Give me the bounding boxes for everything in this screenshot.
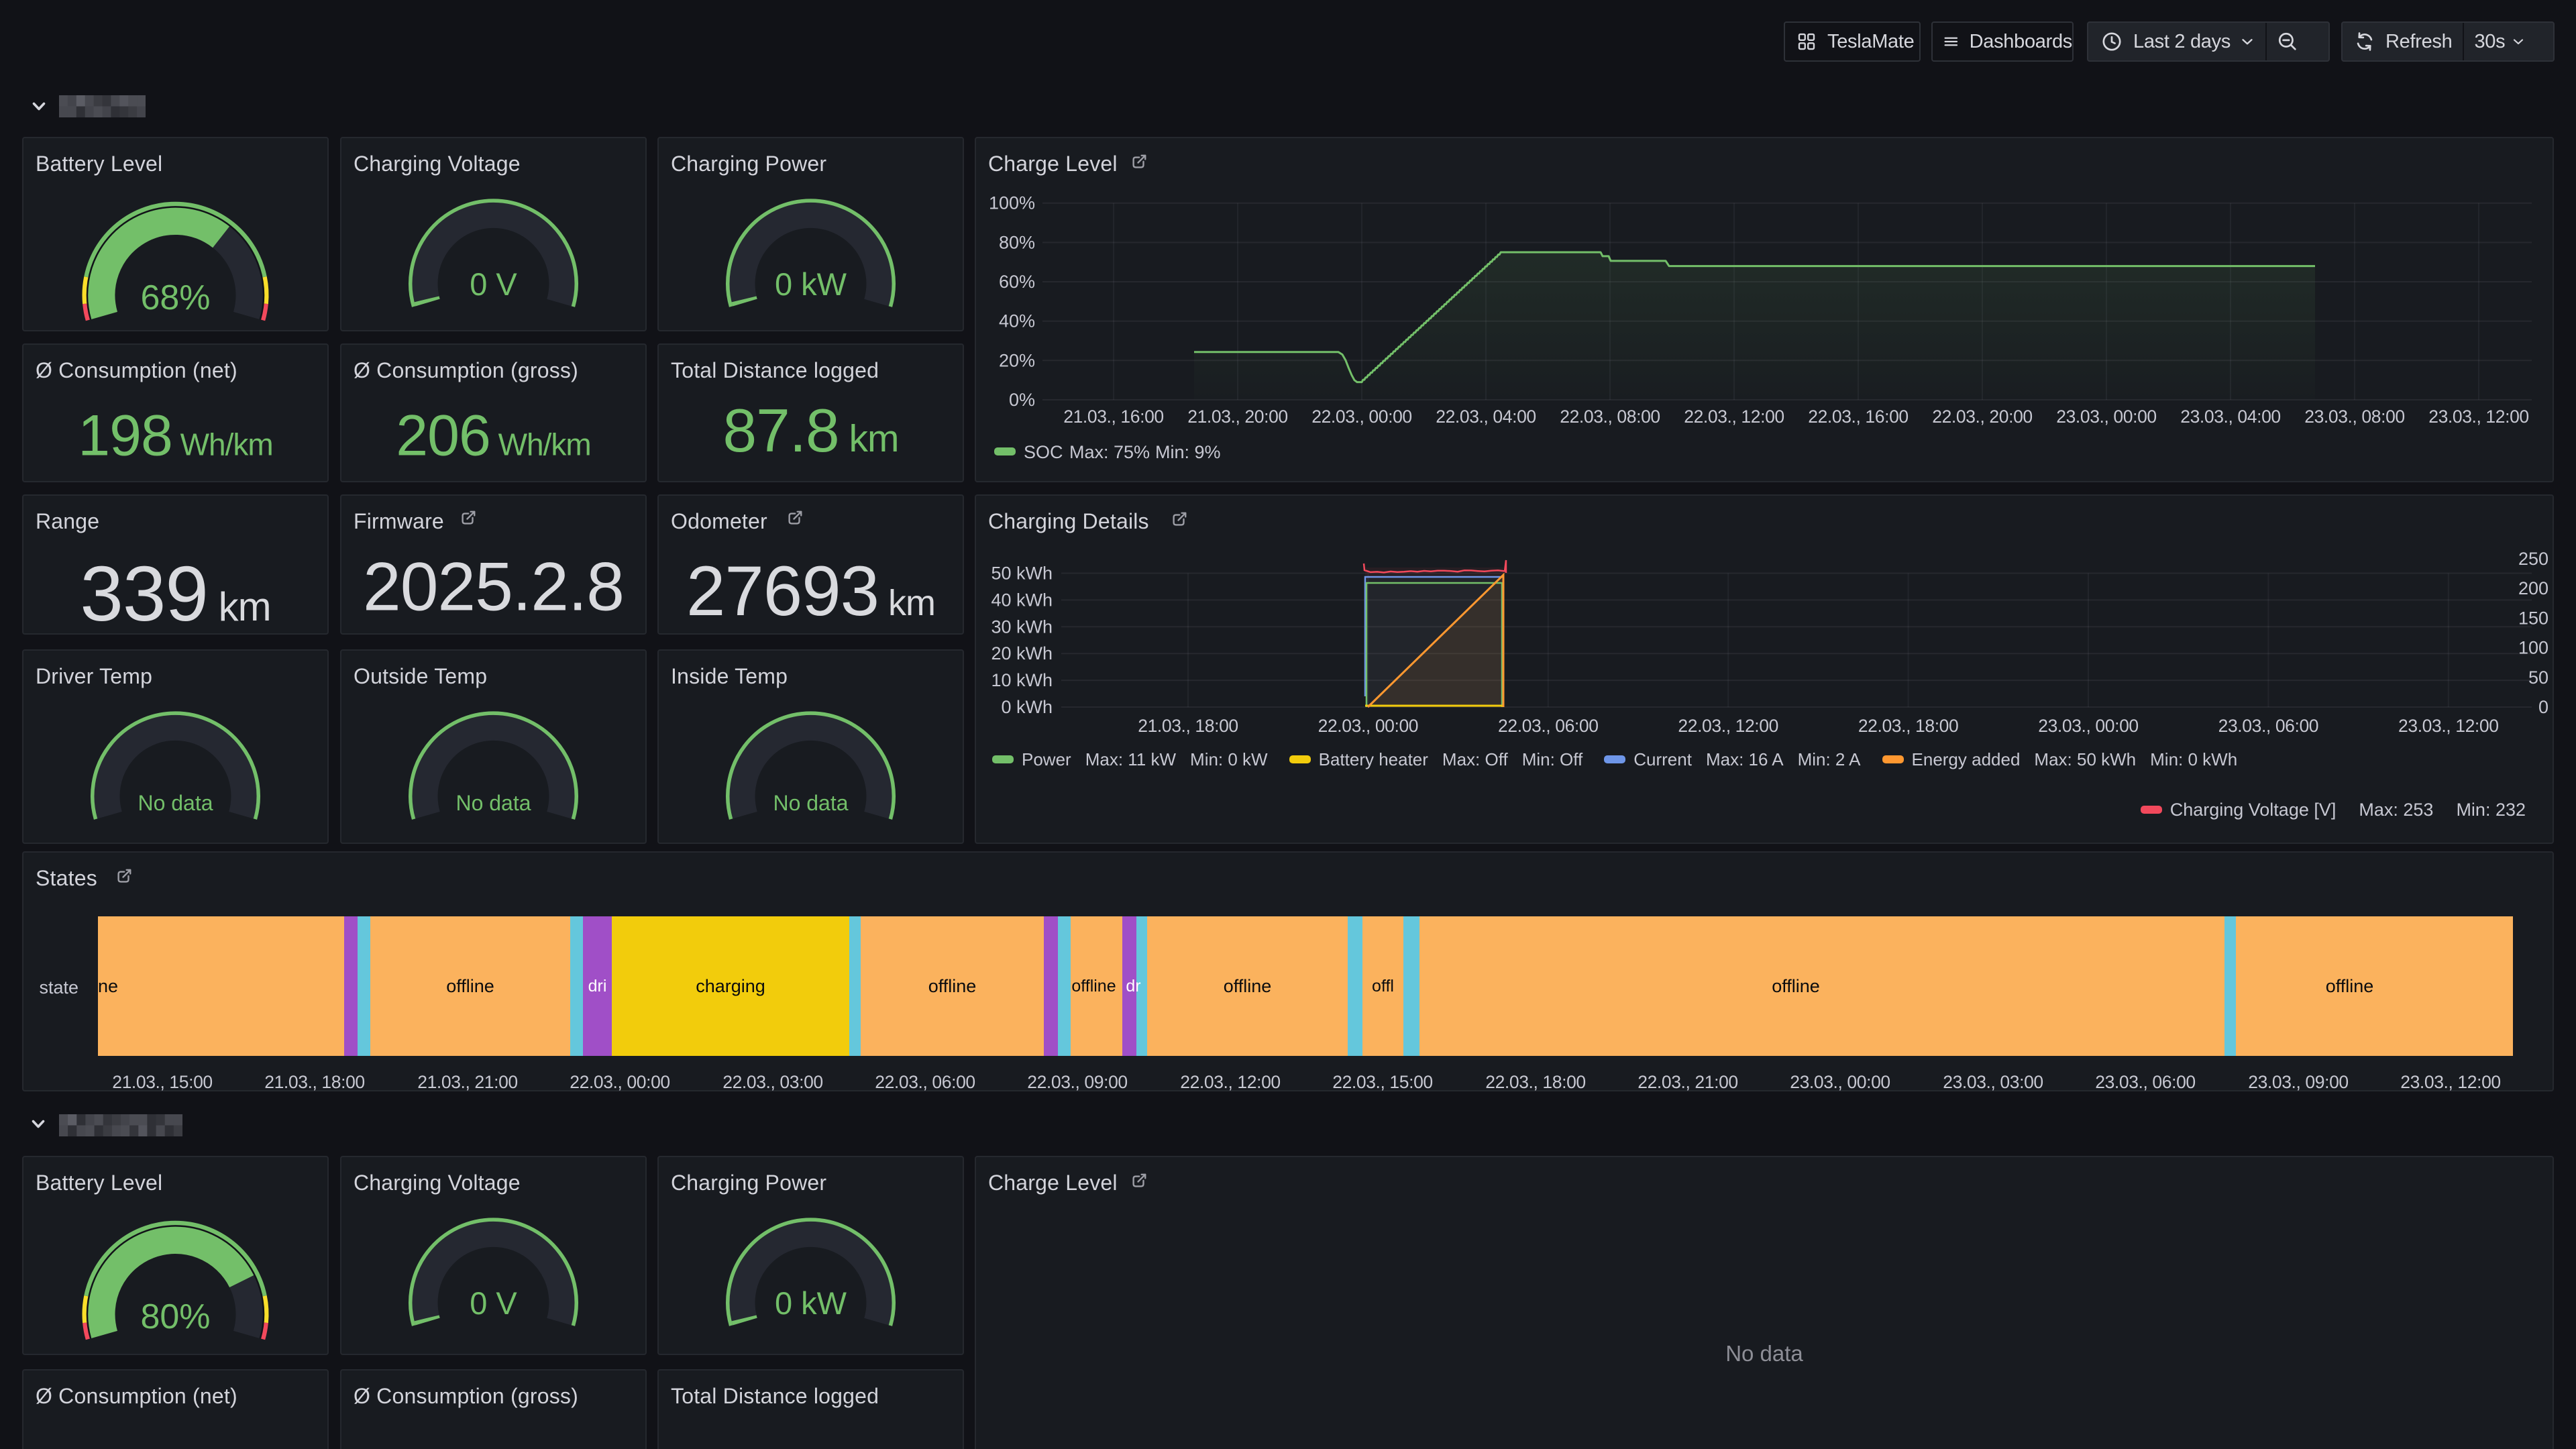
svg-text:22.03., 04:00: 22.03., 04:00 — [1436, 407, 1536, 427]
svg-text:23.03., 06:00: 23.03., 06:00 — [2218, 716, 2319, 736]
svg-text:200: 200 — [2518, 578, 2548, 598]
svg-text:40 kWh: 40 kWh — [991, 590, 1053, 610]
svg-text:40%: 40% — [999, 311, 1035, 331]
svg-text:30 kWh: 30 kWh — [991, 616, 1053, 637]
svg-text:21.03., 16:00: 21.03., 16:00 — [1063, 407, 1164, 427]
svg-text:0 V: 0 V — [470, 1285, 517, 1321]
svg-text:20%: 20% — [999, 350, 1035, 370]
svg-text:100: 100 — [2518, 638, 2548, 658]
svg-text:0%: 0% — [1009, 390, 1035, 410]
svg-text:23.03., 12:00: 23.03., 12:00 — [2398, 716, 2499, 736]
svg-text:80%: 80% — [999, 232, 1035, 252]
svg-text:Max: 75%: Max: 75% — [1069, 442, 1150, 462]
svg-text:Min: 9%: Min: 9% — [1155, 442, 1221, 462]
svg-text:150: 150 — [2518, 608, 2548, 628]
svg-text:23.03., 00:00: 23.03., 00:00 — [2038, 716, 2139, 736]
svg-text:22.03., 18:00: 22.03., 18:00 — [1858, 716, 1959, 736]
svg-text:23.03., 12:00: 23.03., 12:00 — [2428, 407, 2529, 427]
svg-text:21.03., 20:00: 21.03., 20:00 — [1187, 407, 1288, 427]
svg-text:10 kWh: 10 kWh — [991, 670, 1053, 690]
svg-text:22.03., 00:00: 22.03., 00:00 — [1311, 407, 1412, 427]
svg-text:80%: 80% — [140, 1297, 210, 1336]
svg-text:No data: No data — [455, 791, 531, 815]
svg-text:0 kWh: 0 kWh — [1001, 697, 1053, 717]
svg-text:50 kWh: 50 kWh — [991, 564, 1053, 584]
svg-text:60%: 60% — [999, 272, 1035, 292]
svg-text:22.03., 12:00: 22.03., 12:00 — [1684, 407, 1784, 427]
svg-text:250: 250 — [2518, 549, 2548, 569]
svg-text:21.03., 18:00: 21.03., 18:00 — [1138, 716, 1238, 736]
svg-text:No data: No data — [773, 791, 848, 815]
svg-text:23.03., 04:00: 23.03., 04:00 — [2180, 407, 2281, 427]
svg-text:22.03., 20:00: 22.03., 20:00 — [1932, 407, 2033, 427]
svg-text:22.03., 00:00: 22.03., 00:00 — [1318, 716, 1419, 736]
svg-text:20 kWh: 20 kWh — [991, 643, 1053, 663]
svg-text:100%: 100% — [989, 193, 1035, 213]
svg-text:22.03., 12:00: 22.03., 12:00 — [1678, 716, 1778, 736]
svg-text:68%: 68% — [140, 278, 210, 317]
svg-text:No data: No data — [138, 791, 213, 815]
svg-text:0 kW: 0 kW — [775, 1285, 847, 1321]
svg-text:22.03., 06:00: 22.03., 06:00 — [1498, 716, 1599, 736]
svg-text:0: 0 — [2538, 697, 2548, 717]
svg-text:23.03., 08:00: 23.03., 08:00 — [2304, 407, 2405, 427]
svg-text:0 kW: 0 kW — [775, 266, 847, 302]
svg-text:50: 50 — [2528, 667, 2548, 688]
svg-text:22.03., 08:00: 22.03., 08:00 — [1560, 407, 1660, 427]
svg-text:22.03., 16:00: 22.03., 16:00 — [1808, 407, 1909, 427]
svg-text:0 V: 0 V — [470, 266, 517, 302]
svg-text:SOC: SOC — [1024, 442, 1063, 462]
svg-text:23.03., 00:00: 23.03., 00:00 — [2056, 407, 2157, 427]
